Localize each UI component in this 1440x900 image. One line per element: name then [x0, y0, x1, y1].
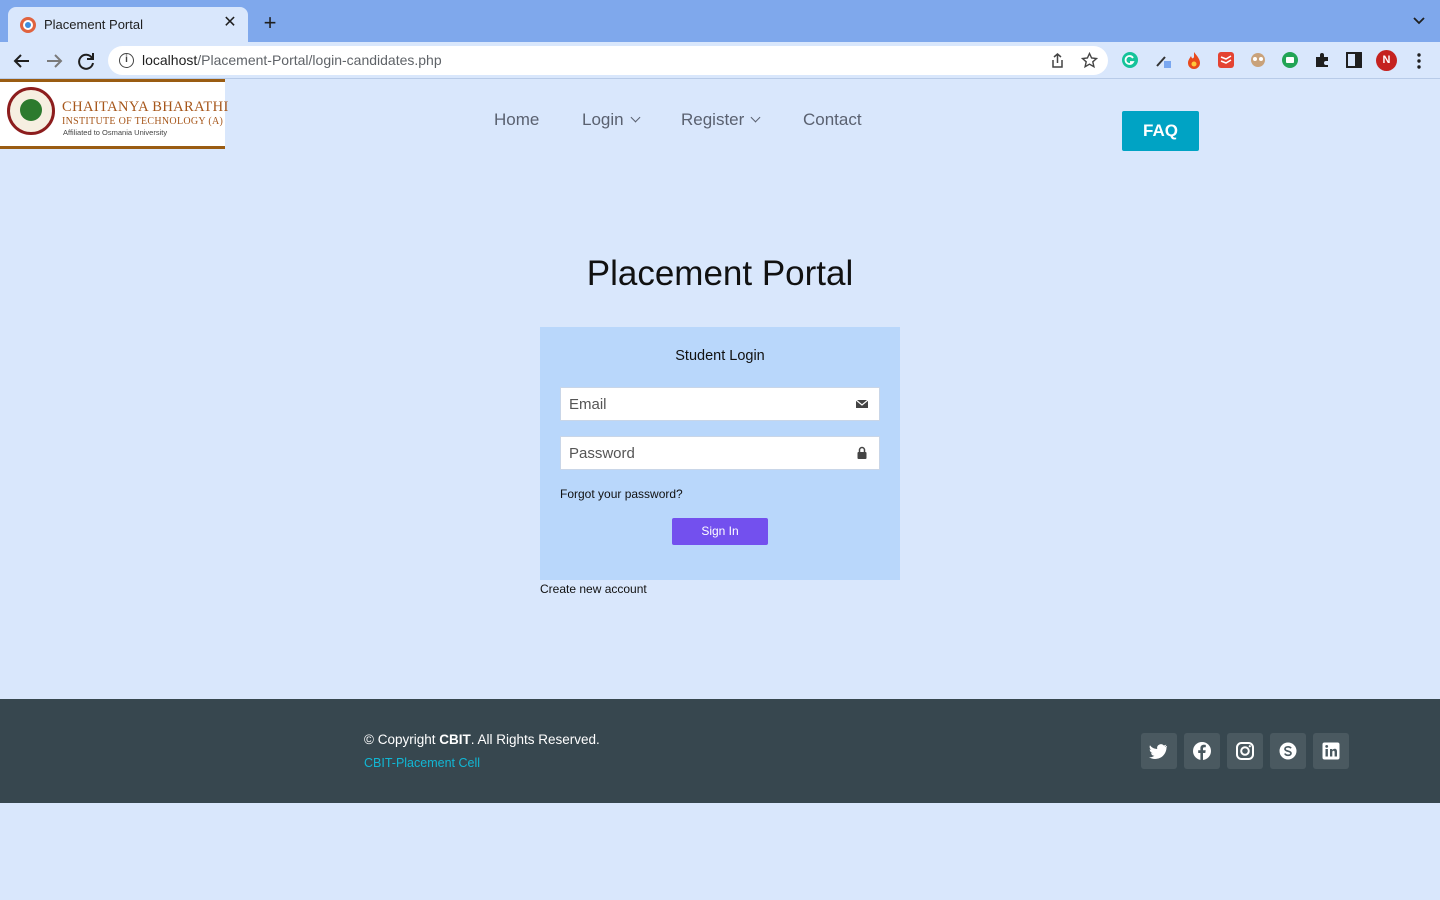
lock-icon — [857, 446, 867, 459]
footer: © Copyright CBIT. All Rights Reserved. C… — [0, 699, 1440, 803]
todoist-extension-icon[interactable] — [1217, 51, 1235, 69]
share-icon[interactable] — [1049, 52, 1066, 69]
cbit-logo[interactable]: CHAITANYA BHARATHI INSTITUTE OF TECHNOLO… — [0, 79, 228, 149]
site-favicon-icon — [20, 17, 36, 33]
create-account-link[interactable]: Create new account — [540, 582, 647, 596]
grammarly-extension-icon[interactable] — [1121, 51, 1139, 69]
nav-home[interactable]: Home — [494, 110, 539, 130]
password-input[interactable] — [561, 437, 841, 469]
forgot-password-link[interactable]: Forgot your password? — [560, 487, 683, 501]
back-arrow-icon[interactable] — [11, 50, 33, 72]
credit-text: CBIT-Placement Cell — [364, 756, 481, 770]
cbit-seal-icon — [7, 87, 55, 135]
color-picker-extension-icon[interactable] — [1154, 51, 1172, 69]
facebook-button[interactable] — [1184, 733, 1220, 769]
linkedin-button[interactable] — [1313, 733, 1349, 769]
chevron-down-icon — [630, 112, 641, 123]
login-card: Student Login Forgot your password? Sign… — [540, 327, 900, 580]
green-robot-extension-icon[interactable] — [1281, 51, 1299, 69]
nav-register[interactable]: Register — [681, 110, 761, 130]
reload-icon[interactable] — [75, 50, 97, 72]
logo-affiliation: Affiliated to Osmania University — [63, 128, 168, 137]
page-title: Placement Portal — [586, 254, 854, 293]
instagram-icon — [1236, 742, 1254, 760]
skype-button[interactable] — [1270, 733, 1306, 769]
browser-tab-strip: Placement Portal ✕ + — [0, 0, 1440, 42]
nav-login[interactable]: Login — [582, 110, 641, 130]
close-tab-icon[interactable]: ✕ — [220, 13, 240, 33]
envelope-icon — [855, 399, 869, 408]
forward-arrow-icon[interactable] — [43, 50, 65, 72]
facebook-icon — [1193, 742, 1211, 760]
twitter-icon — [1149, 744, 1168, 759]
password-field — [560, 436, 880, 470]
linkedin-icon — [1322, 742, 1340, 760]
cookie-extension-icon[interactable] — [1249, 51, 1267, 69]
skype-icon — [1279, 742, 1297, 760]
new-tab-icon[interactable]: + — [259, 12, 281, 35]
tab-search-chevron-icon[interactable] — [1412, 14, 1426, 28]
tab-title: Placement Portal — [44, 17, 143, 32]
url-text: localhost/Placement-Portal/login-candida… — [142, 52, 442, 68]
card-title: Student Login — [675, 348, 765, 364]
logo-subtitle: INSTITUTE OF TECHNOLOGY (A) — [62, 116, 224, 127]
bookmark-star-icon[interactable] — [1081, 52, 1098, 69]
fire-extension-icon[interactable] — [1185, 51, 1203, 69]
email-field — [560, 387, 880, 421]
sign-in-button[interactable]: Sign In — [672, 518, 768, 545]
extensions-puzzle-icon[interactable] — [1313, 51, 1331, 69]
copyright-text: © Copyright CBIT. All Rights Reserved. — [364, 732, 600, 747]
twitter-button[interactable] — [1141, 733, 1177, 769]
nav-contact[interactable]: Contact — [803, 110, 862, 130]
browser-menu-icon[interactable] — [1412, 52, 1426, 70]
site-info-icon[interactable]: i — [119, 53, 134, 68]
address-bar[interactable]: i localhost/Placement-Portal/login-candi… — [108, 46, 1108, 75]
chevron-down-icon — [750, 112, 761, 123]
logo-title: CHAITANYA BHARATHI — [62, 99, 229, 115]
profile-avatar[interactable]: N — [1376, 50, 1397, 71]
instagram-button[interactable] — [1227, 733, 1263, 769]
faq-button[interactable]: FAQ — [1122, 111, 1199, 151]
side-panel-icon[interactable] — [1345, 51, 1363, 69]
browser-tab[interactable]: Placement Portal ✕ — [8, 7, 248, 42]
browser-toolbar: i localhost/Placement-Portal/login-candi… — [0, 42, 1440, 79]
email-input[interactable] — [561, 388, 841, 420]
